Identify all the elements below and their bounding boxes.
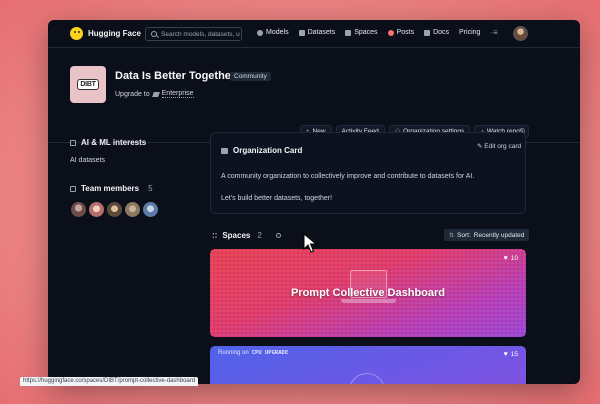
models-icon xyxy=(257,29,263,36)
space-likes: ♥ 10 xyxy=(504,255,518,262)
nav-links: Models Datasets Spaces Posts Docs Pricin… xyxy=(257,28,498,37)
member-avatar[interactable] xyxy=(70,201,87,218)
docs-icon xyxy=(424,29,431,36)
hardware-label: CPU UPGRADE xyxy=(251,350,289,356)
card-title: Organization Card xyxy=(221,146,302,155)
space-likes: ♥ 15 xyxy=(504,351,518,358)
nav-datasets[interactable]: Datasets xyxy=(298,28,336,37)
org-logo: DIBT xyxy=(70,66,106,103)
interests-value: AI datasets xyxy=(70,157,106,164)
nav-docs-label: Docs xyxy=(433,29,450,36)
browser-window: Hugging Face Search models, datasets, u … xyxy=(48,20,580,384)
edit-org-card-label: Edit org card xyxy=(484,143,522,150)
nav-models-label: Models xyxy=(266,29,289,36)
member-avatar[interactable] xyxy=(124,201,141,218)
more-menu-icon[interactable]: ·≡ xyxy=(490,28,497,37)
team-avatars xyxy=(70,201,200,218)
team-icon xyxy=(70,185,76,192)
space-card-prompt-collective[interactable]: ♥ 10 Prompt Collective Dashboard xyxy=(210,249,526,337)
interests-title: AI & ML interests xyxy=(70,138,200,147)
org-header: DIBT Data Is Better Together Community U… xyxy=(48,48,580,143)
nav-models[interactable]: Models xyxy=(257,28,289,37)
spaces-icon xyxy=(345,29,352,36)
top-nav: Hugging Face Search models, datasets, u … xyxy=(48,20,580,48)
interests-icon xyxy=(70,139,76,146)
enterprise-icon xyxy=(151,91,160,97)
nav-pricing-label: Pricing xyxy=(459,29,481,36)
upgrade-prefix: Upgrade to xyxy=(115,90,150,98)
sort-icon: ⇅ xyxy=(449,232,455,239)
spaces-count: 2 xyxy=(257,231,262,240)
search-placeholder: Search models, datasets, u xyxy=(161,30,240,38)
logo-text: Hugging Face xyxy=(88,29,141,38)
likes-count: 10 xyxy=(510,255,518,262)
status-bar-url: https://huggingface.co/spaces/DIBT/promp… xyxy=(20,377,199,386)
nav-pricing[interactable]: Pricing xyxy=(459,28,480,37)
hf-logo[interactable]: Hugging Face xyxy=(70,27,141,40)
member-avatar[interactable] xyxy=(88,201,105,218)
sort-value: Recently updated xyxy=(473,231,525,239)
nav-posts[interactable]: Posts xyxy=(387,28,415,37)
nav-posts-label: Posts xyxy=(396,29,415,36)
spaces-grid-icon: ⁚⁚ xyxy=(212,232,218,240)
spaces-search-icon[interactable] xyxy=(276,233,281,238)
space-card-second[interactable]: Running on CPU UPGRADE ♥ 15 xyxy=(210,346,526,384)
nav-datasets-label: Datasets xyxy=(307,29,336,36)
left-column: AI & ML interests AI datasets Team membe… xyxy=(70,138,200,218)
sort-label: Sort: xyxy=(457,231,471,239)
mouse-cursor-icon xyxy=(303,233,317,253)
space-title: Prompt Collective Dashboard xyxy=(290,287,446,299)
sort-button[interactable]: ⇅ Sort: Recently updated xyxy=(444,229,530,241)
org-logo-text: DIBT xyxy=(77,79,99,90)
running-status: Running on CPU UPGRADE xyxy=(218,350,288,356)
organization-card: Organization Card ✎ Edit org card A comm… xyxy=(210,132,526,214)
member-avatar[interactable] xyxy=(142,201,159,218)
card-description: A community organization to collectively… xyxy=(221,173,475,180)
upgrade-plan: Enterprise xyxy=(161,90,194,98)
nav-spaces[interactable]: Spaces xyxy=(345,28,378,37)
hf-smiley-icon xyxy=(70,27,83,40)
team-title: Team members 5 xyxy=(70,184,200,193)
user-avatar[interactable] xyxy=(513,26,528,41)
member-avatar[interactable] xyxy=(106,201,123,218)
upgrade-link[interactable]: Upgrade to Enterprise xyxy=(115,90,194,98)
posts-icon xyxy=(387,29,394,36)
card-tagline: Let's build better datasets, together! xyxy=(221,195,333,202)
community-badge: Community xyxy=(230,72,271,81)
space-emoji-icon xyxy=(349,373,385,384)
nav-spaces-label: Spaces xyxy=(354,29,378,36)
card-title-text: Organization Card xyxy=(233,146,303,155)
heart-icon: ♥ xyxy=(503,255,508,262)
running-label: Running on xyxy=(218,350,249,356)
org-name: Data Is Better Together xyxy=(115,70,236,82)
edit-org-card-button[interactable]: ✎ Edit org card xyxy=(477,142,521,150)
team-title-text: Team members xyxy=(81,184,140,193)
card-icon xyxy=(221,147,228,154)
search-input[interactable]: Search models, datasets, u xyxy=(145,27,242,41)
laptop-base xyxy=(341,299,396,303)
spaces-title: Spaces xyxy=(222,231,251,240)
search-icon xyxy=(151,31,157,37)
interests-title-text: AI & ML interests xyxy=(81,138,147,147)
nav-docs[interactable]: Docs xyxy=(424,28,449,37)
heart-icon: ♥ xyxy=(503,351,508,358)
spaces-header: ⁚⁚ Spaces 2 xyxy=(212,231,262,240)
team-count: 5 xyxy=(148,184,153,193)
datasets-icon xyxy=(298,29,305,36)
likes-count: 15 xyxy=(510,351,518,358)
